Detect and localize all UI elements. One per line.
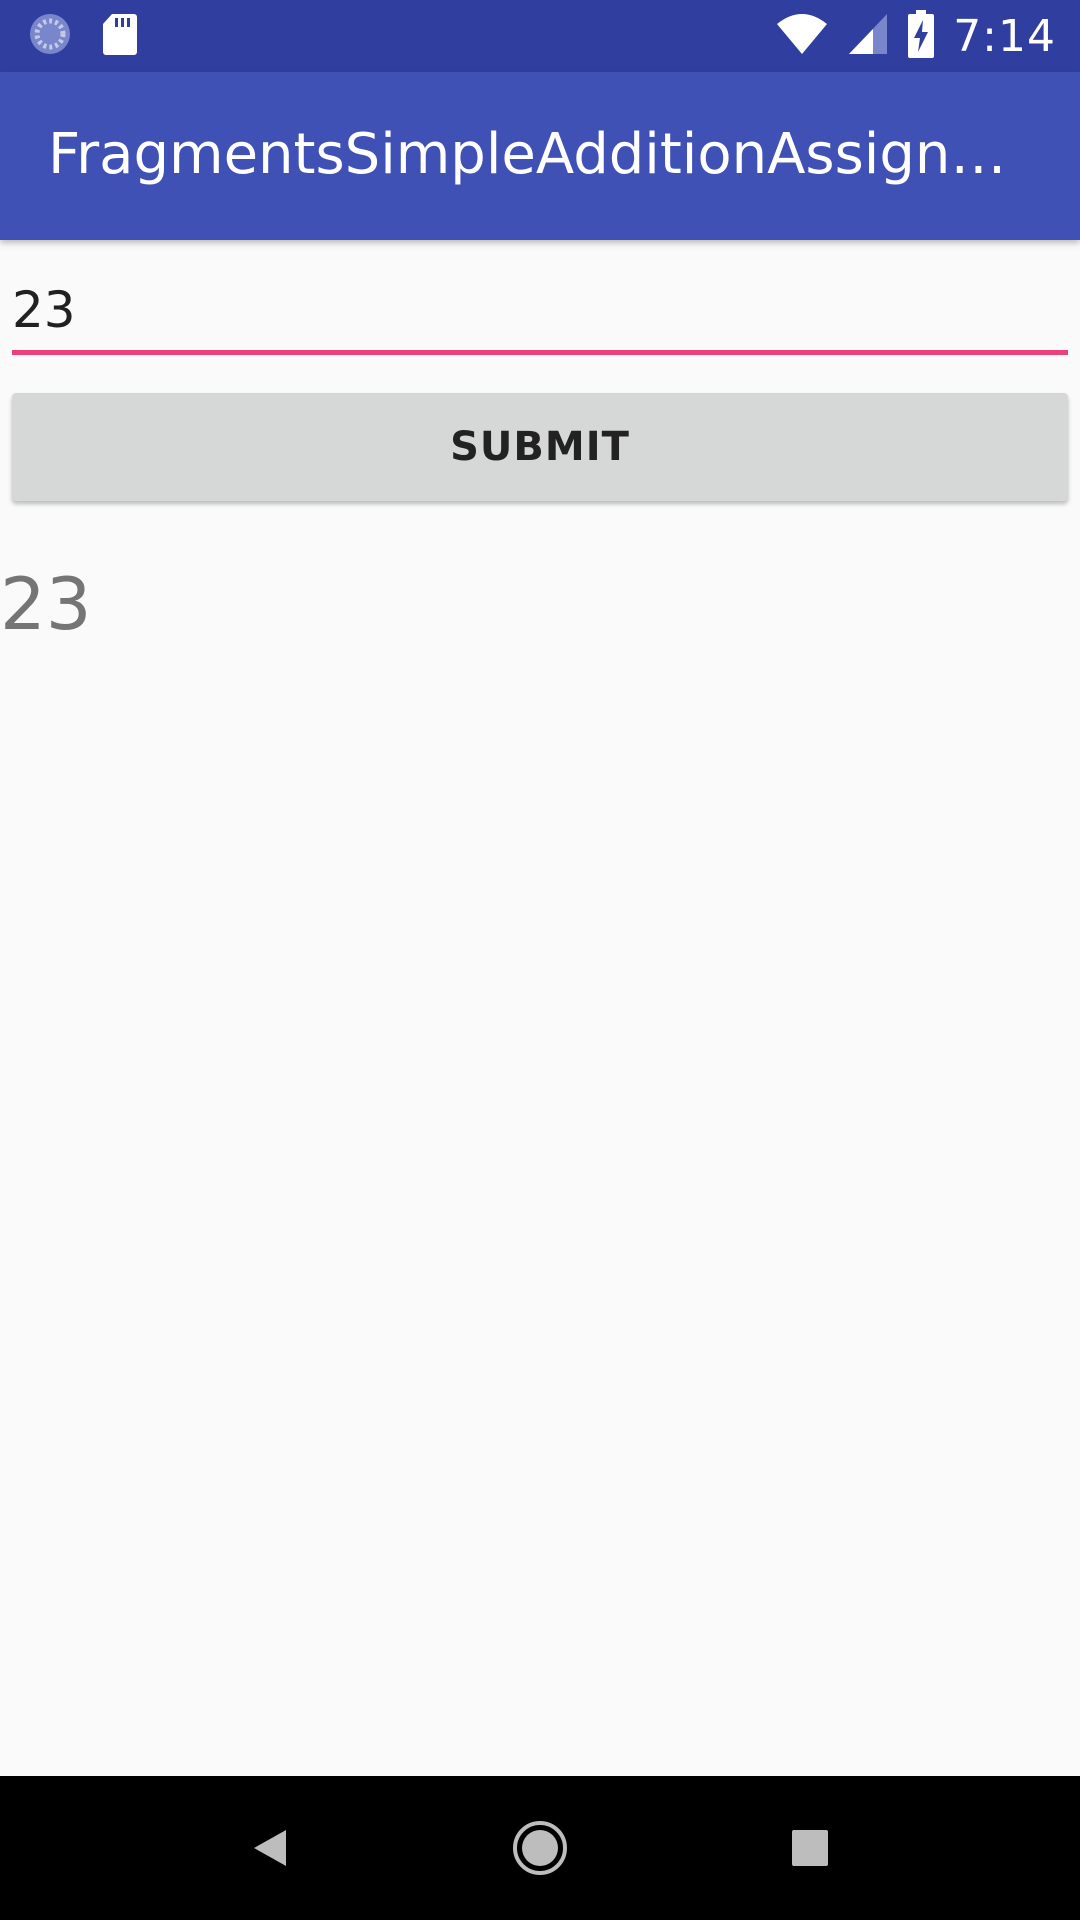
back-icon[interactable] <box>234 1812 306 1884</box>
cell-signal-icon <box>847 12 889 60</box>
home-icon[interactable] <box>504 1812 576 1884</box>
app-title: FragmentsSimpleAdditionAssign… <box>48 122 1007 187</box>
result-text: 23 <box>0 562 92 646</box>
wifi-icon <box>775 12 829 60</box>
input-underline <box>12 350 1068 355</box>
status-bar: 7:14 <box>0 0 1080 72</box>
navigation-bar <box>0 1776 1080 1920</box>
number-input[interactable] <box>12 268 1068 352</box>
sd-card-icon <box>102 12 138 60</box>
number-input-container <box>12 268 1068 358</box>
submit-button[interactable]: SUBMIT <box>12 393 1068 501</box>
app-bar: FragmentsSimpleAdditionAssign… <box>0 72 1080 240</box>
battery-charging-icon <box>907 10 935 62</box>
sync-icon <box>28 12 72 60</box>
recents-icon[interactable] <box>774 1812 846 1884</box>
status-time: 7:14 <box>953 10 1056 62</box>
